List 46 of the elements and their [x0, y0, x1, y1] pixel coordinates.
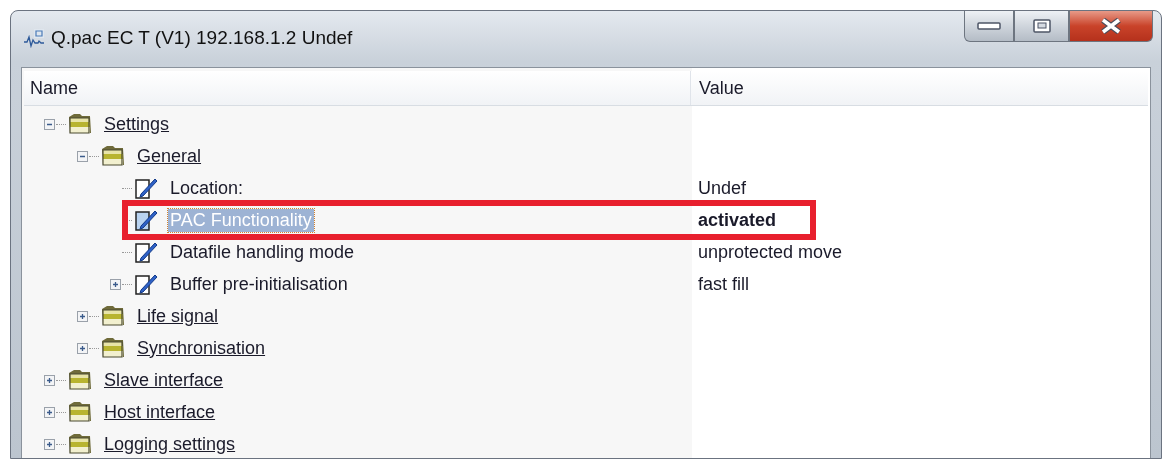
edit-document-icon [133, 176, 159, 200]
edit-document-icon [133, 208, 159, 232]
expand-icon[interactable] [77, 342, 88, 354]
folder-label[interactable]: Slave interface [102, 368, 226, 392]
collapse-icon[interactable] [44, 118, 55, 130]
tree-row[interactable]: Buffer pre-initialisation fast fill [22, 268, 1150, 300]
folder-icon [100, 144, 126, 168]
maximize-icon [1032, 19, 1051, 33]
expand-icon[interactable] [110, 278, 121, 290]
folder-label[interactable]: Logging settings [102, 432, 238, 456]
edit-document-icon [133, 240, 159, 264]
folder-icon [100, 336, 126, 360]
folder-label[interactable]: Synchronisation [135, 336, 268, 360]
column-header[interactable]: Name [24, 71, 691, 105]
window-title: Q.pac EC T (V1) 192.168.1.2 Undef [51, 27, 354, 49]
folder-icon [100, 304, 126, 328]
value-text: unprotected move [698, 241, 843, 263]
folder-icon [67, 368, 93, 392]
folder-label[interactable]: Life signal [135, 304, 221, 328]
parameter-label[interactable]: Buffer pre-initialisation [168, 272, 350, 296]
expand-icon[interactable] [44, 374, 55, 386]
folder-icon [67, 400, 93, 424]
value-text: fast fill [698, 273, 749, 295]
folder-icon [67, 112, 93, 136]
column-header[interactable]: Value [691, 71, 744, 105]
parameter-label[interactable]: Datafile handling mode [168, 240, 357, 264]
folder-label[interactable]: Host interface [102, 400, 218, 424]
minimize-button[interactable] [964, 11, 1014, 42]
close-button[interactable] [1069, 11, 1153, 42]
folder-icon [67, 432, 93, 456]
expand-icon[interactable] [44, 438, 55, 450]
edit-document-icon [133, 272, 159, 296]
folder-label[interactable]: Settings [102, 112, 172, 136]
expand-icon[interactable] [77, 310, 88, 322]
value-text: Undef [698, 177, 747, 199]
collapse-icon[interactable] [77, 150, 88, 162]
expand-icon[interactable] [44, 406, 55, 418]
tree-row[interactable]: Location: Undef [22, 172, 1150, 204]
value-text: activated [698, 209, 777, 231]
close-icon [1100, 18, 1122, 34]
folder-label[interactable]: General [135, 144, 204, 168]
minimize-icon [977, 21, 1001, 31]
parameter-label[interactable]: Location: [168, 176, 246, 200]
maximize-button[interactable] [1014, 11, 1069, 42]
waveform-icon [23, 28, 45, 48]
tree-row[interactable]: Datafile handling mode unprotected move [22, 236, 1150, 268]
